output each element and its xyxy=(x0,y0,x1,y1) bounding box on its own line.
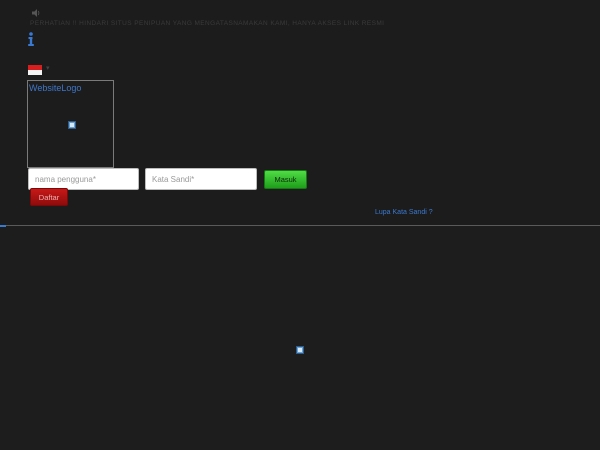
chevron-down-icon[interactable]: ▾ xyxy=(46,64,50,72)
page: PERHATIAN !! HINDARI SITUS PENIPUAN YANG… xyxy=(0,0,600,450)
broken-image-icon xyxy=(296,346,304,354)
logo-alt-text: WebsiteLogo xyxy=(29,83,82,93)
broken-image-icon xyxy=(68,121,76,129)
frame-marker xyxy=(0,225,6,227)
forgot-password-link[interactable]: Lupa Kata Sandi ? xyxy=(375,209,433,216)
password-input[interactable] xyxy=(145,168,257,190)
username-input[interactable] xyxy=(28,168,139,190)
login-button[interactable]: Masuk xyxy=(264,170,307,189)
register-button[interactable]: Daftar xyxy=(30,188,68,206)
website-logo[interactable]: WebsiteLogo xyxy=(27,80,114,168)
content-frame xyxy=(0,225,600,450)
announcement-marquee: PERHATIAN !! HINDARI SITUS PENIPUAN YANG… xyxy=(30,20,385,27)
indonesia-flag-icon[interactable] xyxy=(28,65,42,75)
speaker-icon xyxy=(32,9,40,17)
info-icon[interactable] xyxy=(27,32,35,47)
